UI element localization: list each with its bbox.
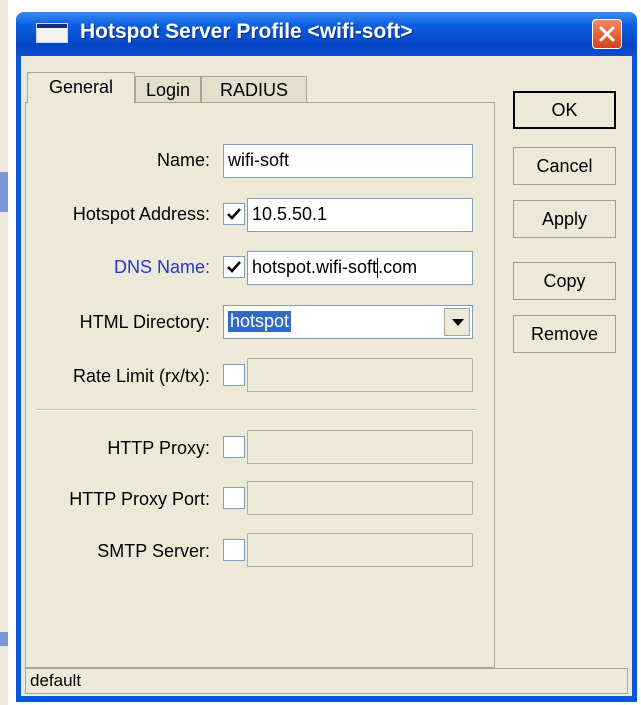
- ok-button[interactable]: OK: [513, 91, 616, 129]
- http-proxy-field: [247, 430, 473, 464]
- status-bar: default: [25, 668, 628, 694]
- dialog-body: General Login RADIUS Name: wifi-soft Hot…: [21, 56, 632, 696]
- close-icon: [599, 26, 615, 42]
- dns-name-value-start: hotspot.wifi-soft: [252, 257, 378, 277]
- close-button[interactable]: [592, 19, 622, 49]
- name-label: Name:: [156, 150, 210, 170]
- dns-name-field[interactable]: hotspot.wifi-soft.com: [247, 251, 473, 285]
- http-proxy-port-field: [247, 481, 473, 515]
- cancel-button[interactable]: Cancel: [513, 147, 616, 185]
- rate-limit-label: Rate Limit (rx/tx):: [72, 366, 210, 386]
- background-window-edge: [0, 0, 8, 705]
- html-directory-label: HTML Directory:: [79, 312, 210, 332]
- title-bar[interactable]: Hotspot Server Profile <wifi-soft>: [16, 12, 637, 56]
- smtp-server-checkbox[interactable]: [223, 539, 245, 561]
- dns-name-value-end: .com: [378, 257, 418, 277]
- html-directory-select[interactable]: hotspot: [223, 305, 473, 339]
- dropdown-arrow-icon[interactable]: [444, 308, 470, 336]
- tab-login[interactable]: Login: [135, 76, 201, 103]
- checkmark-icon: [227, 208, 241, 220]
- hotspot-address-label: Hotspot Address:: [72, 204, 210, 224]
- window-title: Hotspot Server Profile <wifi-soft>: [80, 20, 413, 43]
- rate-limit-field: [247, 358, 473, 392]
- dns-name-checkbox[interactable]: [223, 256, 245, 278]
- html-directory-value: hotspot: [228, 311, 292, 332]
- dns-name-label: DNS Name:: [113, 257, 210, 277]
- tab-radius[interactable]: RADIUS: [201, 76, 307, 103]
- hotspot-server-profile-dialog: Hotspot Server Profile <wifi-soft> Gener…: [16, 12, 637, 702]
- background-window-accent-lower: [0, 632, 8, 646]
- section-divider: [37, 409, 477, 411]
- background-window-accent: [0, 172, 8, 212]
- hotspot-address-field[interactable]: 10.5.50.1: [247, 198, 473, 232]
- checkmark-icon: [227, 261, 241, 273]
- http-proxy-port-label: HTTP Proxy Port:: [69, 489, 210, 509]
- apply-button[interactable]: Apply: [513, 200, 616, 238]
- smtp-server-label: SMTP Server:: [97, 541, 210, 561]
- http-proxy-label: HTTP Proxy:: [107, 438, 210, 458]
- http-proxy-checkbox[interactable]: [223, 436, 245, 458]
- hotspot-address-checkbox[interactable]: [223, 203, 245, 225]
- rate-limit-checkbox[interactable]: [223, 364, 245, 386]
- name-field[interactable]: wifi-soft: [223, 144, 473, 178]
- window-app-icon: [36, 23, 68, 43]
- smtp-server-field: [247, 533, 473, 567]
- copy-button[interactable]: Copy: [513, 262, 616, 300]
- http-proxy-port-checkbox[interactable]: [223, 487, 245, 509]
- tab-general[interactable]: General: [27, 72, 135, 103]
- remove-button[interactable]: Remove: [513, 315, 616, 353]
